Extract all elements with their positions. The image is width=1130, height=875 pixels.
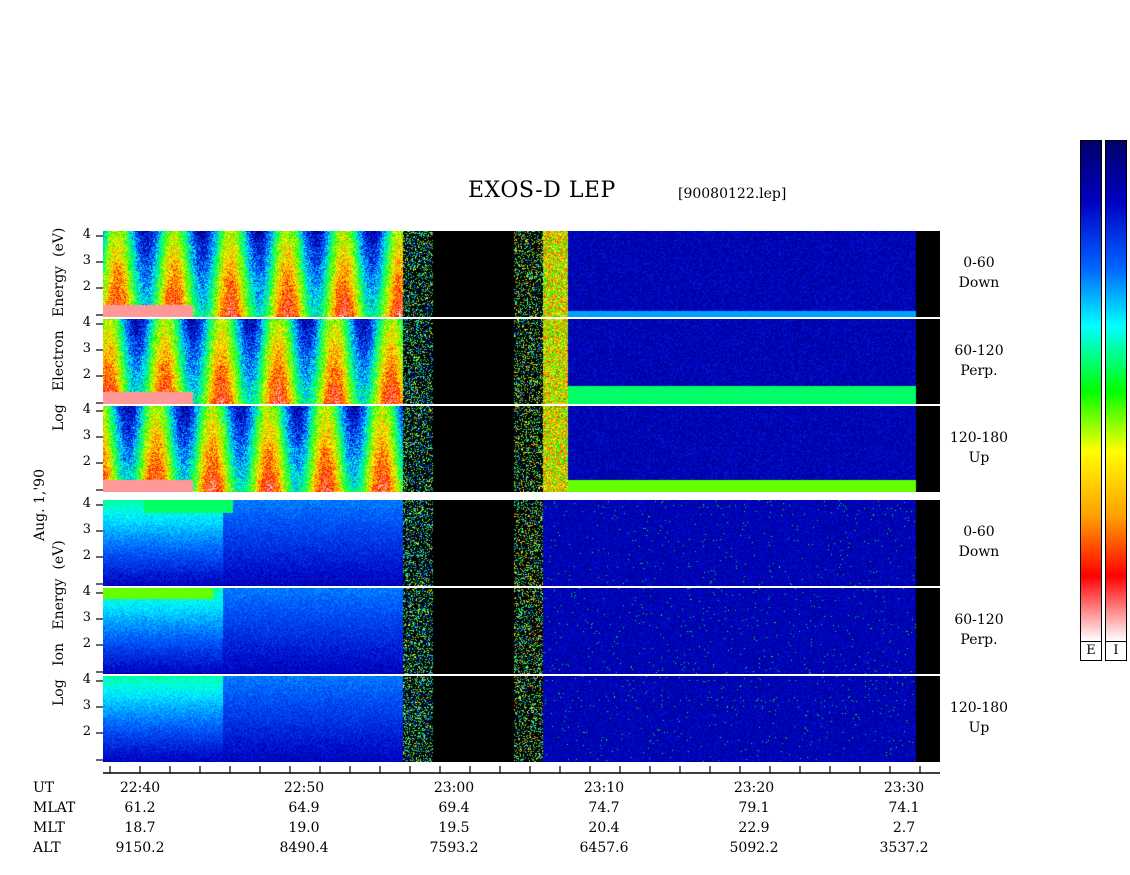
electron-ylabel-word: Electron <box>51 330 67 391</box>
ephemeris-alt-value: 8490.4 <box>279 840 329 856</box>
x-tick-label: 23:00 <box>433 780 475 796</box>
electron-colorbar <box>1080 140 1102 642</box>
ephemeris-alt-value: 3537.2 <box>879 840 929 856</box>
channel-label: 60-120 Perp. <box>944 341 1014 381</box>
ephem-label-mlat: MLAT <box>33 800 76 816</box>
channel-direction: Up <box>968 720 990 736</box>
ephemeris-alt-value: 7593.2 <box>429 840 479 856</box>
y-tick-label: 3 <box>82 341 91 356</box>
ion-ylabel: Log Ion Energy (eV) <box>51 540 69 706</box>
y-tick-label: 3 <box>82 253 91 268</box>
ephem-label-ut: UT <box>33 780 55 796</box>
ephemeris-alt-value: 6457.6 <box>579 840 629 856</box>
x-tick-label: 23:10 <box>583 780 625 796</box>
channel-range: 60-120 <box>954 612 1004 628</box>
ephem-label-mlt: MLT <box>33 820 65 836</box>
channel-direction: Down <box>958 544 1000 560</box>
ephemeris-mlat-value: 74.1 <box>888 800 920 816</box>
x-tick-label: 22:50 <box>283 780 325 796</box>
ion-ylabel-unit: (eV) <box>51 540 67 570</box>
electron-ylabel-unit: (eV) <box>51 227 67 257</box>
y-tick-label: 4 <box>82 227 91 242</box>
ephemeris-mlt-value: 2.7 <box>892 820 916 836</box>
channel-direction: Down <box>958 275 1000 291</box>
y-tick-label: 2 <box>82 548 91 563</box>
electron-ylabel-energy: Energy <box>51 265 67 317</box>
channel-direction: Perp. <box>960 363 998 379</box>
y-tick-label: 2 <box>82 367 91 382</box>
channel-range: 120-180 <box>949 430 1009 446</box>
ephemeris-mlt-value: 22.9 <box>738 820 770 836</box>
y-tick-label: 4 <box>82 672 91 687</box>
ephem-label-alt: ALT <box>33 840 61 856</box>
channel-direction: Perp. <box>960 632 998 648</box>
channel-label: 120-180 Up <box>944 428 1014 468</box>
y-tick-label: 3 <box>82 610 91 625</box>
y-tick-label: 2 <box>82 454 91 469</box>
channel-label: 60-120 Perp. <box>944 610 1014 650</box>
channel-range: 60-120 <box>954 343 1004 359</box>
electron-ylabel-log: Log <box>51 404 67 431</box>
date-label: Aug. 1,'90 <box>32 469 48 542</box>
y-tick-label: 3 <box>82 522 91 537</box>
ephemeris-mlt-value: 20.4 <box>588 820 620 836</box>
ephemeris-alt-value: 5092.2 <box>729 840 779 856</box>
channel-range: 0-60 <box>963 255 995 271</box>
electron-ylabel: Log Electron Energy (eV) <box>51 228 69 431</box>
y-tick-label: 4 <box>82 315 91 330</box>
y-tick-label: 2 <box>82 636 91 651</box>
y-tick-label: 3 <box>82 698 91 713</box>
ion-ylabel-energy: Energy <box>51 578 67 630</box>
ephemeris-mlt-value: 19.0 <box>288 820 320 836</box>
ion-colorbar <box>1105 140 1127 642</box>
channel-range: 120-180 <box>949 700 1009 716</box>
x-tick-label: 22:40 <box>119 780 161 796</box>
ephemeris-mlat-value: 79.1 <box>738 800 770 816</box>
ephemeris-alt-value: 9150.2 <box>115 840 165 856</box>
y-tick-label: 2 <box>82 279 91 294</box>
channel-label: 0-60 Down <box>944 522 1014 562</box>
ephemeris-mlt-value: 19.5 <box>438 820 470 836</box>
x-tick-label: 23:30 <box>883 780 925 796</box>
y-tick-label: 4 <box>82 584 91 599</box>
ephemeris-mlt-value: 18.7 <box>124 820 156 836</box>
channel-range: 0-60 <box>963 524 995 540</box>
channel-direction: Up <box>968 450 990 466</box>
y-tick-label: 4 <box>82 402 91 417</box>
colorbar-label-e: E <box>1080 641 1102 661</box>
ion-ylabel-log: Log <box>51 679 67 706</box>
y-tick-label: 3 <box>82 428 91 443</box>
ephemeris-mlat-value: 61.2 <box>124 800 156 816</box>
ephemeris-mlat-value: 69.4 <box>438 800 470 816</box>
ion-ylabel-word: Ion <box>51 642 67 666</box>
channel-label: 0-60 Down <box>944 253 1014 293</box>
x-axis <box>103 766 940 774</box>
x-tick-label: 23:20 <box>733 780 775 796</box>
y-ticks <box>96 235 103 761</box>
y-tick-label: 4 <box>82 496 91 511</box>
ephemeris-mlat-value: 64.9 <box>288 800 320 816</box>
channel-label: 120-180 Up <box>944 698 1014 738</box>
y-tick-label: 2 <box>82 724 91 739</box>
colorbar-label-i: I <box>1105 641 1127 661</box>
ephemeris-mlat-value: 74.7 <box>588 800 620 816</box>
